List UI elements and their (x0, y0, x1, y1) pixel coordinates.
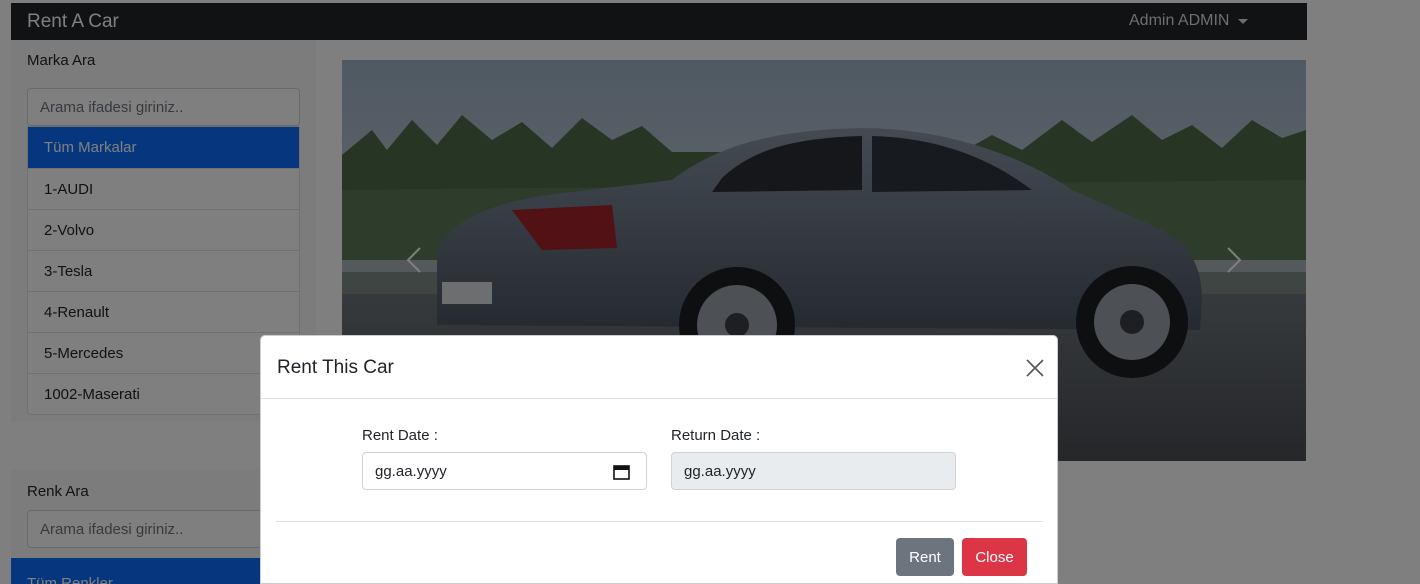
rent-date-label: Rent Date : (362, 427, 438, 444)
return-date-label: Return Date : (671, 427, 761, 444)
close-icon[interactable] (1025, 358, 1045, 378)
modal-title: Rent This Car (277, 357, 394, 378)
modal-header: Rent This Car (261, 336, 1057, 399)
return-date-placeholder: gg.aa.yyyy (684, 462, 756, 480)
rent-button[interactable]: Rent (896, 538, 954, 576)
rent-date-placeholder: gg.aa.yyyy (375, 462, 447, 480)
rent-date-input[interactable]: gg.aa.yyyy (362, 452, 647, 490)
return-date-input: gg.aa.yyyy (671, 452, 956, 490)
calendar-icon[interactable] (613, 464, 630, 480)
rent-modal: Rent This Car Rent Date : gg.aa.yyyy Ret… (260, 335, 1058, 584)
modal-footer-divider (276, 521, 1043, 522)
close-button[interactable]: Close (962, 538, 1027, 576)
